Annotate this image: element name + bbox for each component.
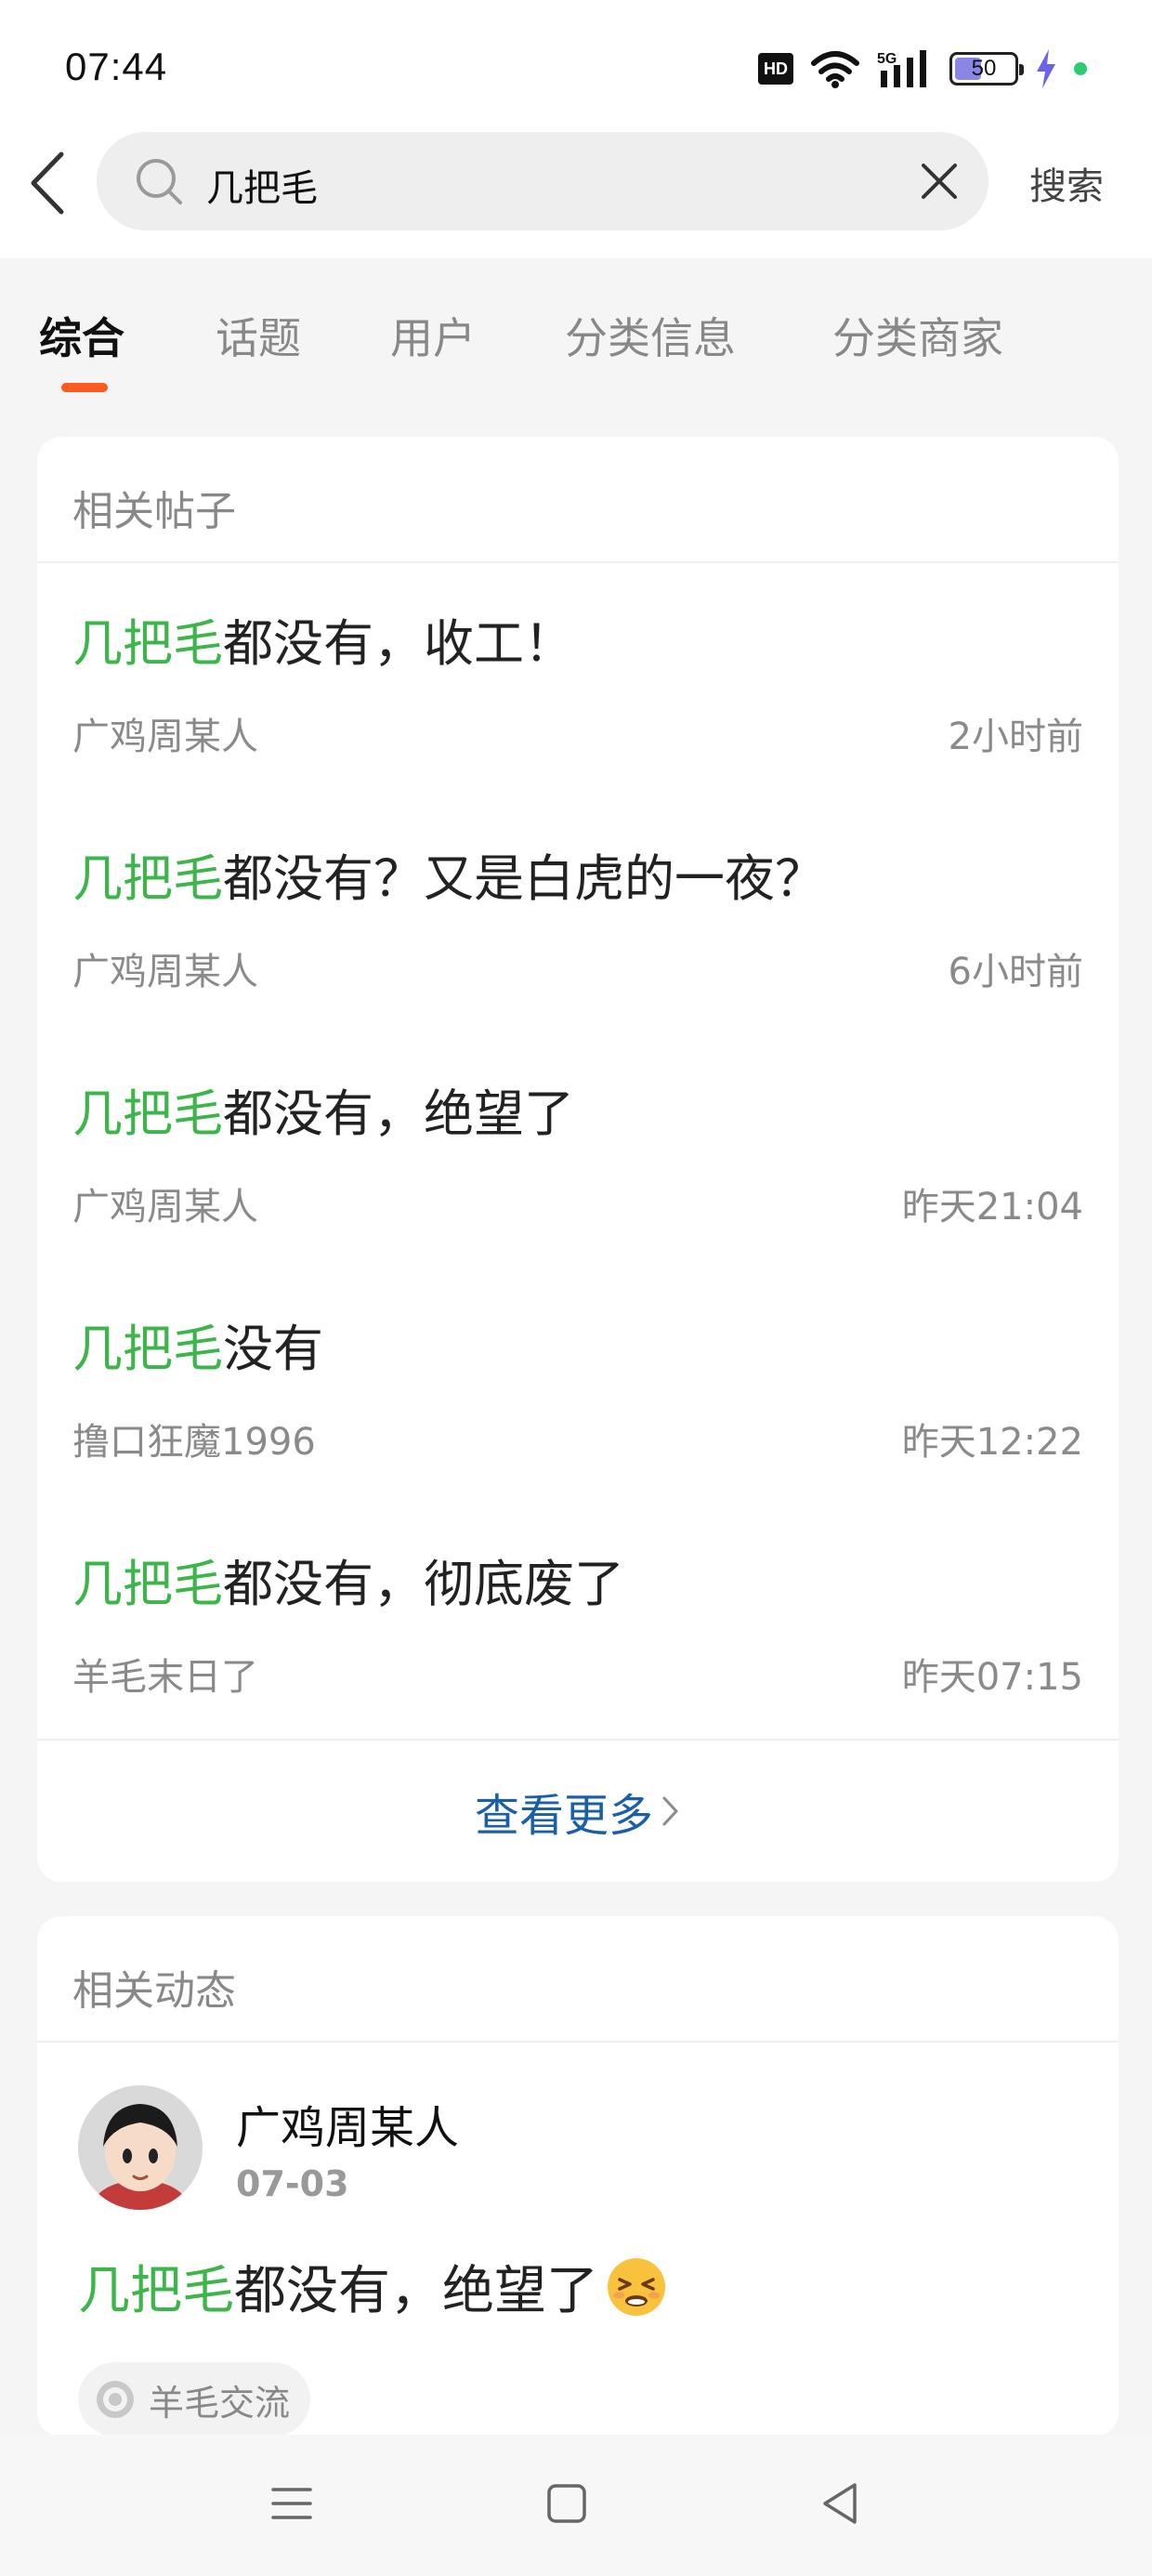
- post-title[interactable]: 几把毛都没有，绝望了: [72, 1072, 574, 1146]
- post-author[interactable]: 广鸡周某人: [72, 1176, 258, 1230]
- cartoon-avatar-icon: [78, 2085, 203, 2210]
- post-time: 昨天12:22: [901, 1421, 1083, 1464]
- status-icons: HD 5G 50: [758, 46, 1087, 91]
- dynamic-keyword: 几把毛: [78, 2261, 234, 2321]
- tab-users[interactable]: 用户: [390, 305, 476, 366]
- search-icon: [137, 159, 182, 204]
- search-query[interactable]: 几把毛: [206, 158, 318, 212]
- post-title[interactable]: 几把毛都没有，收工！: [72, 602, 574, 676]
- search-input[interactable]: 几把毛: [97, 132, 988, 230]
- post-title[interactable]: 几把毛都没有，彻底废了: [72, 1543, 624, 1616]
- related-dynamics-title: 相关动态: [72, 1967, 236, 2015]
- post-title-text: 都没有，绝望了: [223, 1084, 574, 1143]
- signal-5g-icon: 5G: [877, 50, 926, 87]
- privacy-dot-icon: [1074, 62, 1087, 75]
- post-author[interactable]: 广鸡周某人: [72, 941, 258, 995]
- post-item[interactable]: 几把毛没有 撸口狂魔1996 昨天12:22: [37, 1268, 1119, 1504]
- tab-classified-info[interactable]: 分类信息: [565, 305, 736, 366]
- tab-comprehensive[interactable]: 综合: [39, 305, 124, 366]
- post-title[interactable]: 几把毛都没有？又是白虎的一夜？: [72, 837, 825, 911]
- system-nav-bar: [0, 2435, 1152, 2576]
- home-square-icon[interactable]: [539, 2476, 595, 2531]
- search-header: 几把毛 搜索: [0, 130, 1152, 258]
- dynamic-date: 07-03: [236, 2163, 349, 2204]
- tab-classified-merchants[interactable]: 分类商家: [832, 305, 1003, 366]
- related-posts-title: 相关帖子: [72, 488, 236, 535]
- tab-bar: 综合 话题 用户 分类信息 分类商家: [0, 279, 1152, 400]
- post-time: 2小时前: [948, 716, 1083, 758]
- dynamic-content[interactable]: 几把毛 都没有，绝望了: [78, 2249, 669, 2324]
- charging-bolt-icon: [1037, 49, 1055, 88]
- post-item[interactable]: 几把毛都没有，收工！ 广鸡周某人 2小时前: [37, 563, 1119, 798]
- wifi-icon: [811, 51, 859, 88]
- post-keyword: 几把毛: [72, 1320, 223, 1378]
- persevering-face-icon: [608, 2257, 665, 2316]
- post-time: 昨天07:15: [901, 1656, 1083, 1699]
- post-keyword: 几把毛: [72, 1555, 223, 1613]
- post-title-text: 都没有，收工！: [223, 614, 574, 673]
- post-author[interactable]: 撸口狂魔1996: [72, 1412, 316, 1465]
- hd-icon: HD: [758, 53, 793, 85]
- dynamic-item[interactable]: 广鸡周某人 07-03 几把毛 都没有，绝望了 羊毛交流: [37, 2043, 1119, 2437]
- post-title-text: 都没有？又是白虎的一夜？: [223, 849, 825, 908]
- avatar[interactable]: [78, 2085, 203, 2210]
- battery-level: 50: [971, 56, 997, 81]
- clear-icon[interactable]: [918, 160, 961, 203]
- post-keyword: 几把毛: [72, 614, 223, 673]
- post-author[interactable]: 广鸡周某人: [72, 706, 258, 760]
- battery-indicator: 50: [949, 52, 1024, 85]
- see-more-label: 查看更多: [474, 1790, 653, 1842]
- chevron-right-icon: [662, 1796, 678, 1826]
- post-title-text: 都没有，彻底废了: [223, 1555, 624, 1613]
- topic-label: 羊毛交流: [149, 2382, 291, 2424]
- post-title[interactable]: 几把毛没有: [72, 1308, 323, 1381]
- status-bar: 07:44 HD 5G 50: [0, 0, 1152, 130]
- post-item[interactable]: 几把毛都没有，彻底废了 羊毛末日了 昨天07:15: [37, 1504, 1119, 1739]
- related-posts-card: 相关帖子 几把毛都没有，收工！ 广鸡周某人 2小时前 几把毛都没有？又是白虎的一…: [37, 437, 1119, 1882]
- menu-icon[interactable]: [264, 2476, 320, 2531]
- post-keyword: 几把毛: [72, 1084, 223, 1143]
- status-time: 07:44: [65, 45, 168, 88]
- related-dynamics-header: 相关动态: [37, 1916, 1119, 2043]
- topic-chip[interactable]: 羊毛交流: [78, 2362, 311, 2437]
- post-item[interactable]: 几把毛都没有，绝望了 广鸡周某人 昨天21:04: [37, 1033, 1119, 1268]
- related-posts-header: 相关帖子: [37, 437, 1119, 563]
- post-item[interactable]: 几把毛都没有？又是白虎的一夜？ 广鸡周某人 6小时前: [37, 798, 1119, 1033]
- tab-topics[interactable]: 话题: [216, 305, 301, 366]
- post-title-text: 没有: [223, 1320, 323, 1378]
- post-time: 6小时前: [948, 951, 1083, 993]
- related-dynamics-card: 相关动态 广鸡周某人 07-03 几把毛 都没有，绝望了 羊毛交流: [37, 1916, 1119, 2437]
- dynamic-text: 都没有，绝望了: [234, 2261, 598, 2321]
- post-author[interactable]: 羊毛末日了: [72, 1647, 258, 1701]
- post-keyword: 几把毛: [72, 849, 223, 908]
- topic-target-icon: [97, 2381, 134, 2418]
- back-triangle-icon[interactable]: [814, 2476, 870, 2531]
- network-label: 5G: [877, 51, 897, 67]
- search-button[interactable]: 搜索: [1029, 156, 1104, 210]
- back-arrow-icon[interactable]: [20, 141, 76, 225]
- see-more-button[interactable]: 查看更多: [475, 1779, 681, 1844]
- see-more-row: 查看更多: [37, 1739, 1119, 1882]
- post-time: 昨天21:04: [901, 1186, 1083, 1229]
- dynamic-username[interactable]: 广鸡周某人: [236, 2091, 459, 2156]
- active-tab-indicator: [61, 383, 108, 392]
